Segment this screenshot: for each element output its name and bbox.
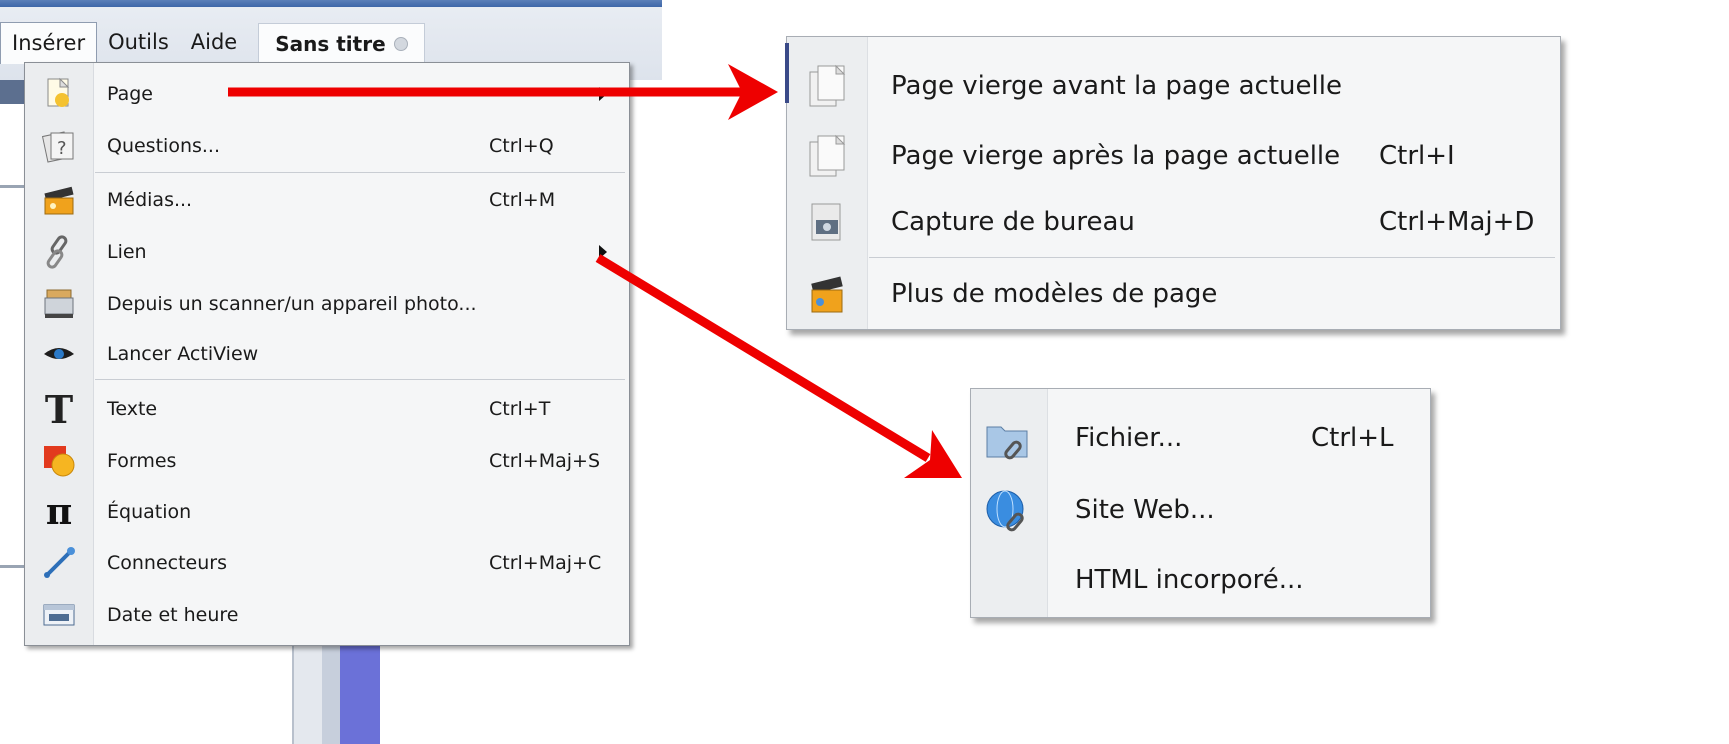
arrowhead-icon	[904, 430, 962, 478]
annotation-arrows	[228, 64, 962, 478]
arrow-to-link-submenu	[595, 254, 931, 462]
